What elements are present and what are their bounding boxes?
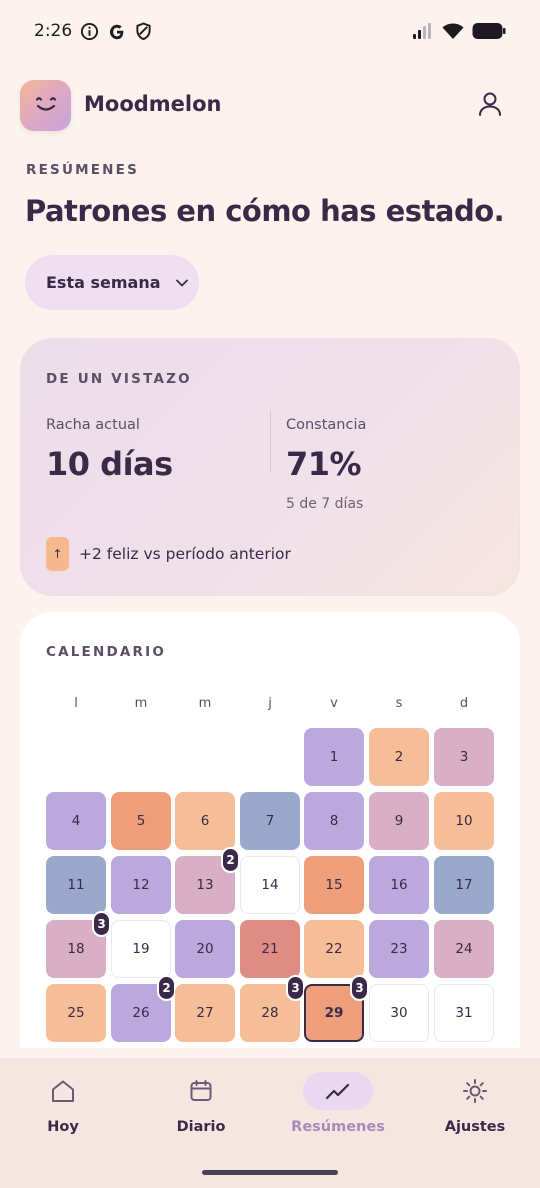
calendar-day-27[interactable]: 27	[175, 984, 235, 1042]
nav-item-diario[interactable]: Diario	[141, 1072, 261, 1135]
weekday-label: m	[134, 696, 148, 711]
calendar-day-1[interactable]: 1	[304, 728, 364, 786]
entry-count-badge: 2	[157, 975, 176, 1001]
calendar-day-23[interactable]: 23	[369, 920, 429, 978]
signal-icon	[412, 22, 434, 44]
calendar-day-10[interactable]: 10	[434, 792, 494, 850]
glance-card: DE UN VISTAZO Racha actual 10 días Const…	[20, 338, 520, 596]
calendar-day-4[interactable]: 4	[46, 792, 106, 850]
home-indicator	[202, 1170, 338, 1175]
calendar-day-24[interactable]: 24	[434, 920, 494, 978]
smile-icon	[31, 93, 61, 119]
user-icon	[478, 92, 502, 121]
info-icon	[80, 22, 99, 41]
wifi-icon	[442, 22, 464, 44]
period-selected-value: Esta semana	[46, 273, 161, 292]
entry-count-badge: 3	[92, 911, 111, 937]
nav-label: Ajustes	[444, 1119, 506, 1135]
metric-divider	[270, 411, 271, 473]
calendar-card: CALENDARIO l m m j v s d 1 2 3 4 5 6 7 8 9 10 11 12 13 2 14 15…	[20, 612, 520, 1048]
status-bar: 2:26	[0, 0, 540, 64]
nav-label: Diario	[176, 1119, 226, 1135]
battery-icon	[472, 22, 506, 44]
calendar-day-14[interactable]: 14	[240, 856, 300, 914]
weekday-label: s	[395, 696, 403, 711]
status-time: 2:26	[34, 21, 73, 41]
calendar-day-8[interactable]: 8	[304, 792, 364, 850]
nav-item-hoy[interactable]: Hoy	[3, 1072, 123, 1135]
calendar-day-9[interactable]: 9	[369, 792, 429, 850]
calendar-day-6[interactable]: 6	[175, 792, 235, 850]
calendar-day-19[interactable]: 19	[111, 920, 171, 978]
calendar-day-25[interactable]: 25	[46, 984, 106, 1042]
calendar-day-30[interactable]: 30	[369, 984, 429, 1042]
consistency-value: 71%	[286, 445, 362, 483]
weekday-label: j	[268, 696, 272, 711]
shield-icon	[134, 22, 153, 41]
glance-title: DE UN VISTAZO	[46, 371, 192, 387]
calendar-day-22[interactable]: 22	[304, 920, 364, 978]
streak-value: 10 días	[46, 445, 173, 483]
calendar-day-2[interactable]: 2	[369, 728, 429, 786]
calendar-day-7[interactable]: 7	[240, 792, 300, 850]
google-icon	[107, 22, 126, 41]
app-logo	[20, 80, 71, 131]
trend-row: ↑ +2 feliz vs período anterior	[46, 537, 291, 571]
nav-item-resúmenes[interactable]: Resúmenes	[278, 1072, 398, 1135]
profile-button[interactable]	[478, 91, 504, 119]
calendar-day-3[interactable]: 3	[434, 728, 494, 786]
calendar-day-31[interactable]: 31	[434, 984, 494, 1042]
trend-text: +2 feliz vs período anterior	[79, 545, 291, 563]
streak-label: Racha actual	[46, 417, 140, 433]
nav-label: Resúmenes	[291, 1119, 385, 1135]
calendar-day-17[interactable]: 17	[434, 856, 494, 914]
calendar-day-11[interactable]: 11	[46, 856, 106, 914]
consistency-sub: 5 de 7 días	[286, 496, 364, 512]
nav-item-ajustes[interactable]: Ajustes	[415, 1072, 535, 1135]
consistency-label: Constancia	[286, 417, 367, 433]
weekday-label: d	[459, 696, 469, 711]
calendar-day-5[interactable]: 5	[111, 792, 171, 850]
entry-count-badge: 2	[221, 847, 240, 873]
period-dropdown[interactable]: Esta semana	[25, 255, 199, 310]
bottom-navigation: Hoy Diario Resúmenes Ajustes	[0, 1058, 540, 1188]
weekday-label: m	[198, 696, 212, 711]
weekday-label: v	[330, 696, 338, 711]
chevron-down-icon	[175, 273, 189, 292]
page-title: Patrones en cómo has estado.	[25, 194, 505, 228]
sun-icon	[440, 1072, 510, 1110]
trend-up-icon: ↑	[46, 537, 69, 571]
entry-count-badge: 3	[350, 975, 369, 1001]
calendar-day-15[interactable]: 15	[304, 856, 364, 914]
nav-label: Hoy	[47, 1119, 79, 1135]
weekday-label: l	[74, 696, 78, 711]
calendar-day-12[interactable]: 12	[111, 856, 171, 914]
calendar-day-16[interactable]: 16	[369, 856, 429, 914]
trend-icon	[303, 1072, 373, 1110]
calendar-icon	[166, 1072, 236, 1110]
calendar-day-21[interactable]: 21	[240, 920, 300, 978]
calendar-title: CALENDARIO	[46, 644, 167, 660]
home-icon	[28, 1072, 98, 1110]
entry-count-badge: 3	[286, 975, 305, 1001]
calendar-day-20[interactable]: 20	[175, 920, 235, 978]
section-label: RESÚMENES	[26, 162, 140, 178]
app-name: Moodmelon	[84, 92, 222, 116]
